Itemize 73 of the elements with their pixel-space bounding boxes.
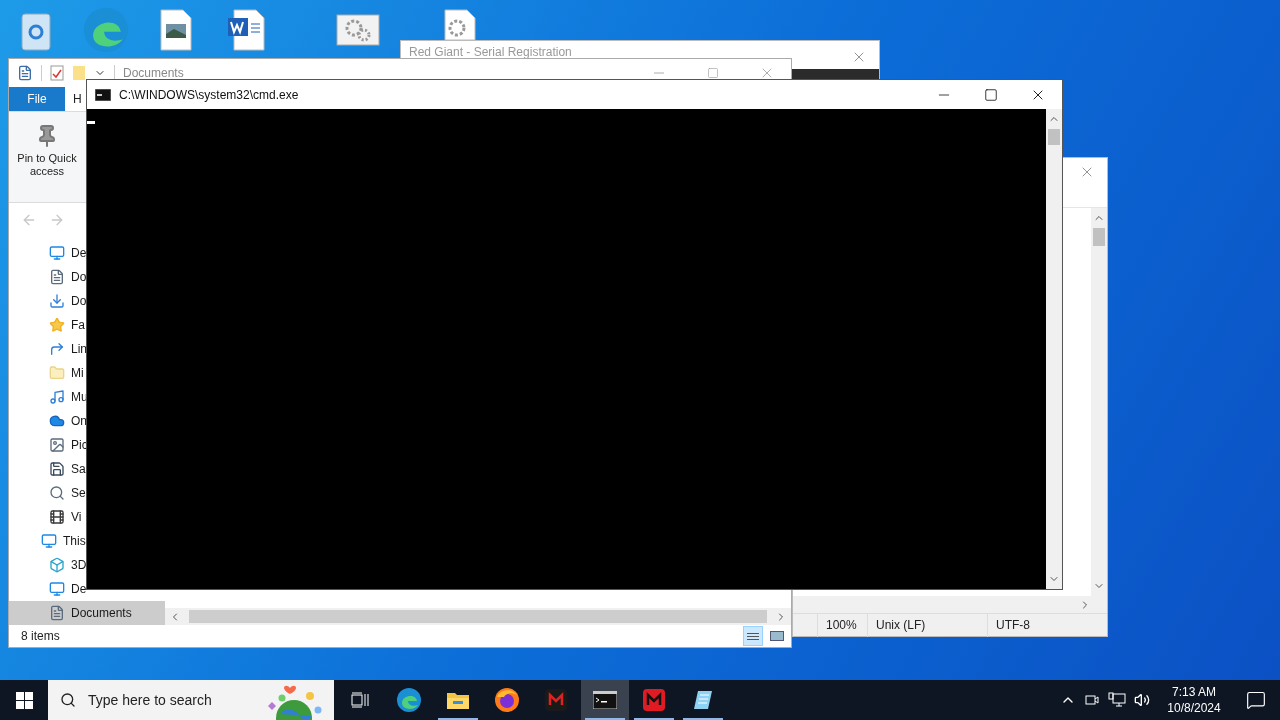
window-title: Documents [123,65,184,82]
document-icon [49,269,65,285]
cube-icon [49,557,65,573]
picture-icon [49,437,65,453]
sidebar-item[interactable]: This [9,529,86,553]
taskbar-app[interactable] [581,680,629,720]
details-view-icon[interactable] [743,626,763,646]
running-indicator [683,718,723,720]
sidebar-item[interactable]: Vi [9,505,86,529]
status-text: UTF-8 [987,613,1077,637]
search-icon [49,485,65,501]
download-icon [49,293,65,309]
maximize-icon[interactable] [984,87,998,102]
notepad-icon [692,689,714,711]
windows-logo-icon [15,691,33,709]
sidebar-item[interactable]: Do [9,265,86,289]
monitor-icon [49,581,65,597]
firefox-icon [494,687,520,713]
terminal-icon [593,691,617,709]
scroll-thumb[interactable] [1048,129,1060,145]
arrow-icon [49,341,65,357]
running-indicator [438,718,478,720]
sidebar-item[interactable]: Lin [9,337,86,361]
checklist-icon[interactable] [50,65,64,81]
ribbon-tab[interactable]: H [69,87,86,111]
sidebar-item[interactable]: Mi [9,361,86,385]
item-count: 8 items [21,628,60,645]
computer-icon [41,533,57,549]
edge-icon [396,687,422,713]
sidebar-item[interactable]: On [9,409,86,433]
window-title: C:\WINDOWS\system32\cmd.exe [119,86,299,104]
scroll-thumb[interactable] [189,610,767,623]
horizontal-scrollbar[interactable] [793,596,1107,613]
sidebar-item[interactable]: Do [9,289,86,313]
music-icon [49,389,65,405]
sidebar-item[interactable]: De [9,577,86,601]
vertical-scrollbar[interactable] [1046,109,1062,589]
volume-icon[interactable] [1134,692,1150,708]
m-logo-icon [545,689,567,711]
vertical-scrollbar[interactable] [1091,208,1107,596]
sidebar-item[interactable]: De [9,241,86,265]
properties-icon[interactable] [17,65,33,81]
folder-icon [446,690,470,710]
search-icon [60,692,76,708]
terminal-icon [95,88,111,101]
monitor-icon [49,245,65,261]
notifications-icon[interactable] [1246,690,1266,710]
pin-button[interactable]: Pin to Quick access [9,124,85,178]
network-icon[interactable] [1108,692,1126,708]
sidebar-item[interactable]: Fa [9,313,86,337]
save-icon [49,461,65,477]
cloud-icon [49,413,65,429]
file-tab[interactable]: File [9,87,65,111]
sidebar-item[interactable]: Documents [9,601,165,625]
scroll-thumb[interactable] [1093,228,1105,246]
horizontal-scrollbar[interactable] [165,608,791,625]
document-icon [49,605,65,621]
status-text: 100% [817,613,867,637]
sidebar-item[interactable]: 3D [9,553,86,577]
folder-icon [49,365,65,381]
camera-icon[interactable] [1084,692,1100,708]
window-title: Red Giant - Serial Registration [409,45,572,59]
search-field[interactable]: Type here to search [48,680,334,720]
star-icon [49,317,65,333]
clock[interactable]: 7:13 AM 10/8/2024 [1158,684,1230,716]
task-view-icon [351,692,369,708]
m-logo-icon [643,689,665,711]
sidebar-item[interactable]: Se [9,481,86,505]
sidebar-item[interactable]: Sa [9,457,86,481]
running-indicator [634,718,674,720]
status-text: Unix (LF) [867,613,987,637]
running-indicator [585,718,625,720]
film-icon [49,509,65,525]
